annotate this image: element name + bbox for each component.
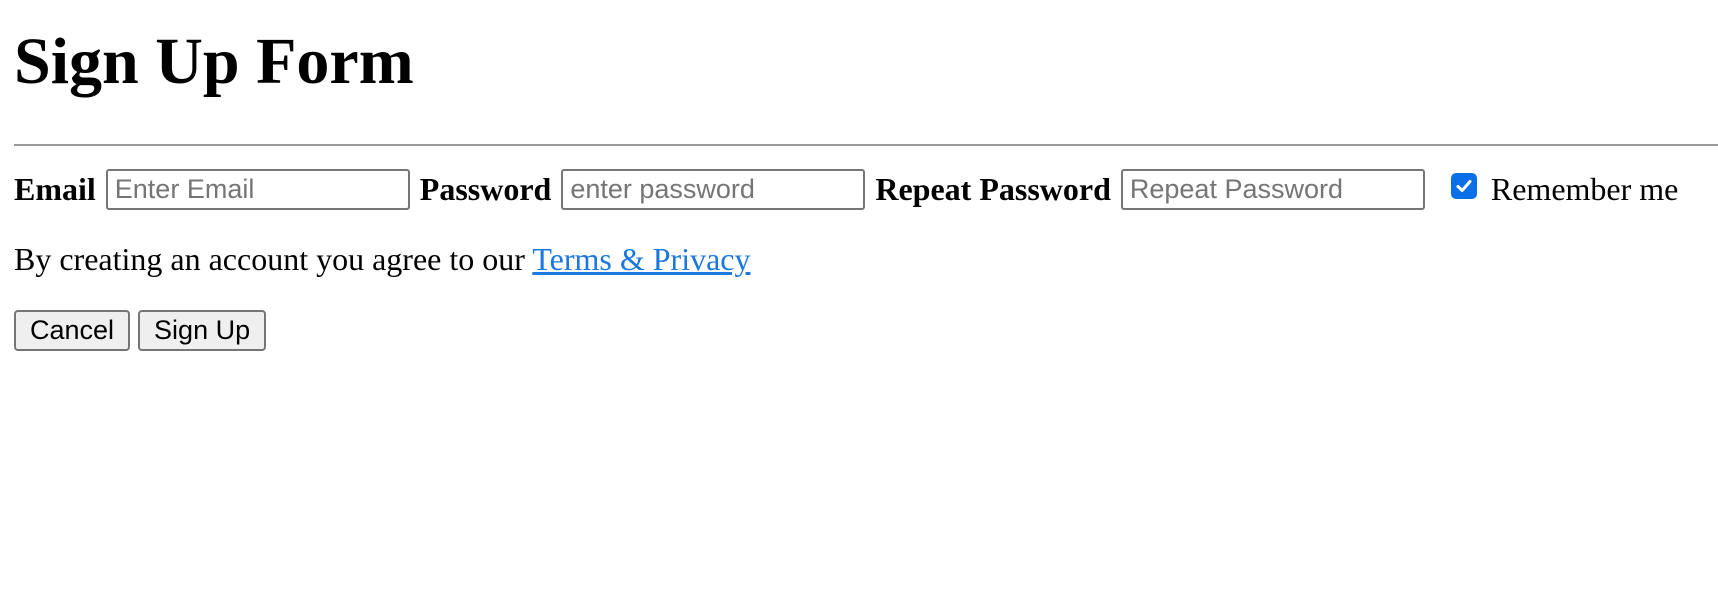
email-label: Email — [14, 171, 96, 207]
form-actions: Cancel Sign Up — [14, 310, 267, 351]
remember-me-label: Remember me — [1490, 171, 1679, 207]
repeat-password-label: Repeat Password — [875, 171, 1111, 207]
email-input[interactable] — [105, 168, 410, 210]
agreement-statement: By creating an account you agree to our — [14, 241, 533, 277]
cancel-button[interactable]: Cancel — [14, 310, 131, 351]
agreement-text: By creating an account you agree to our … — [14, 238, 750, 280]
password-label: Password — [419, 171, 552, 207]
page-title: Sign Up Form — [14, 25, 414, 98]
repeat-password-input[interactable] — [1120, 168, 1425, 210]
remember-me-checkbox[interactable] — [1450, 173, 1477, 199]
password-input[interactable] — [561, 168, 866, 210]
signup-page: Sign Up Form Email Password Repeat Passw… — [0, 0, 1718, 592]
checkmark-icon — [1456, 180, 1472, 192]
signup-form-row: Email Password Repeat Password Remember … — [14, 168, 1678, 210]
divider — [14, 144, 1718, 146]
sign-up-button[interactable]: Sign Up — [138, 310, 267, 351]
terms-privacy-link[interactable]: Terms & Privacy — [532, 241, 750, 277]
